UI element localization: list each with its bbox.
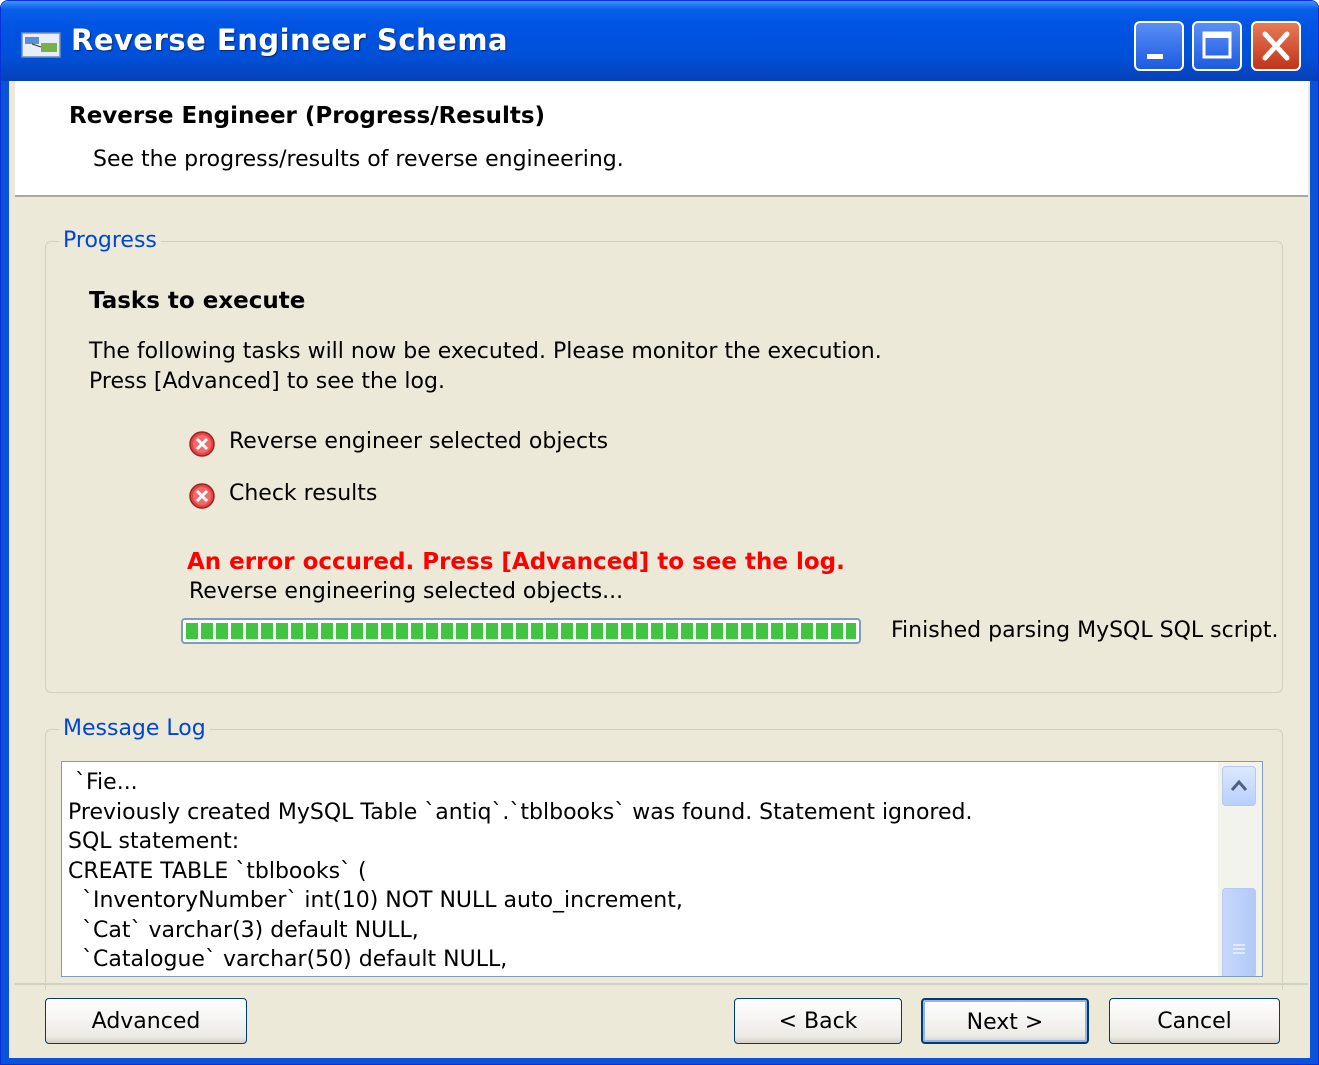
message-log-content: `Fie... Previously created MySQL Table `a… [68,768,972,975]
chevron-up-icon [1230,779,1248,791]
footer-separator [15,983,1308,985]
wizard-header: Reverse Engineer (Progress/Results) See … [15,81,1308,197]
window-title: Reverse Engineer Schema [71,23,509,57]
close-icon [1262,31,1290,61]
tasks-heading: Tasks to execute [89,288,306,314]
error-message: An error occured. Press [Advanced] to se… [187,549,845,575]
task-item-reverse-engineer: Reverse engineer selected objects [229,429,609,454]
tasks-description-line2: Press [Advanced] to see the log. [89,369,445,394]
log-line: `Cat` varchar(3) default NULL, [68,917,419,943]
log-line: `Catalogue` varchar(50) default NULL, [68,947,508,972]
advanced-button[interactable]: Advanced [45,998,247,1044]
scroll-thumb[interactable] [1222,888,1256,976]
log-line: `Fie... [68,770,138,795]
log-scrollbar[interactable] [1218,762,1262,976]
current-task-text: Reverse engineering selected objects... [189,579,624,604]
close-button[interactable] [1251,21,1301,71]
progress-bar [181,618,861,644]
page-title: Reverse Engineer (Progress/Results) [69,103,546,129]
log-line: Previously created MySQL Table `antiq`.`… [68,799,973,825]
reverse-engineer-dialog: Reverse Engineer Schema Reverse Engineer… [0,0,1319,1065]
maximize-button[interactable] [1192,21,1242,71]
progress-group-label: Progress [59,228,161,253]
tasks-description-line1: The following tasks will now be executed… [89,339,882,364]
back-button[interactable]: < Back [734,998,902,1044]
cancel-button[interactable]: Cancel [1109,998,1280,1044]
scroll-up-button[interactable] [1222,766,1256,806]
maximize-icon [1202,31,1232,59]
minimize-icon [1147,54,1163,59]
title-bar[interactable]: Reverse Engineer Schema [1,1,1318,81]
window-border-right [1310,81,1318,1064]
message-log-label: Message Log [59,716,210,741]
grip-icon [1233,944,1245,954]
error-icon [189,431,215,457]
window-border-bottom [1,1058,1318,1064]
progress-status-text: Finished parsing MySQL SQL script. [891,618,1279,643]
page-subtitle: See the progress/results of reverse engi… [93,147,624,172]
log-line: CREATE TABLE `tblbooks` ( [68,858,367,884]
app-icon [21,32,61,58]
minimize-button[interactable] [1134,21,1184,71]
progress-bar-fill [186,623,856,639]
log-line: SQL statement: [68,829,240,854]
window-border-left [1,81,9,1064]
task-item-check-results: Check results [229,481,378,506]
message-log-textarea[interactable]: `Fie... Previously created MySQL Table `a… [61,761,1263,977]
log-line: `InventoryNumber` int(10) NOT NULL auto_… [68,888,683,913]
next-button[interactable]: Next > [921,998,1089,1044]
error-icon [189,483,215,509]
